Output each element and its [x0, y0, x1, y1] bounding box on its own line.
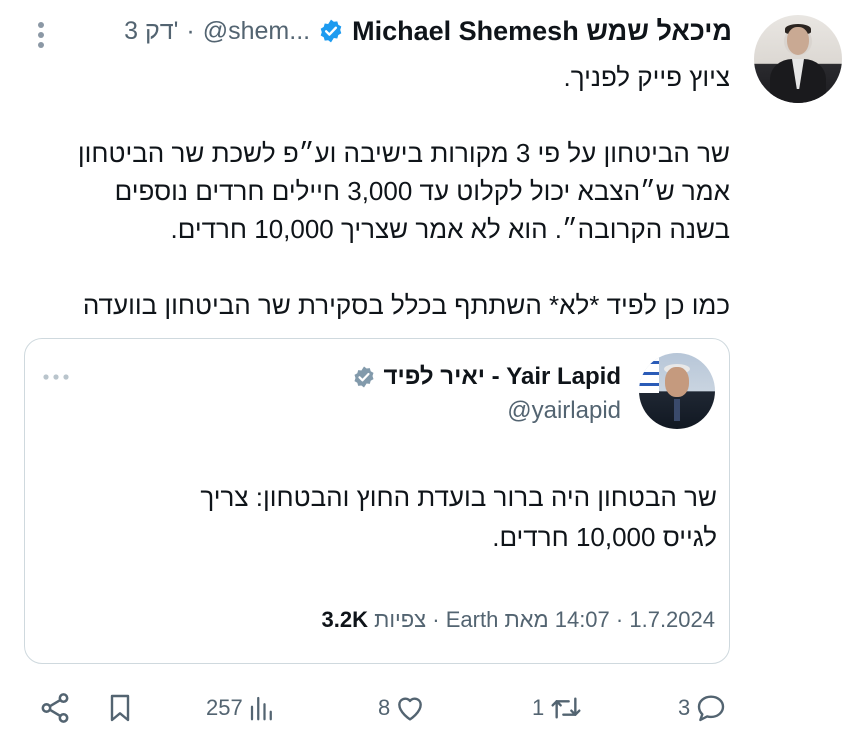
quoted-line: לגייס 10,000 חרדים.	[492, 522, 717, 552]
author-name[interactable]: Michael Shemesh מיכאל שמש	[352, 16, 732, 47]
tweet-text: ציוץ פייק לפניך. שר הביטחון על פי 3 מקור…	[30, 58, 730, 324]
tweet-line: ציוץ פייק לפניך.	[563, 62, 731, 92]
retweets-count: 1	[532, 695, 545, 720]
like-button[interactable]: 8	[378, 686, 426, 730]
views-count: 257	[206, 695, 243, 720]
author-avatar[interactable]	[754, 15, 842, 103]
meta-separator: ·	[615, 607, 624, 632]
reply-button[interactable]: 3	[678, 686, 728, 730]
likes-count: 8	[378, 695, 391, 720]
bookmark-icon	[104, 691, 136, 725]
quoted-date[interactable]: 1.7.2024	[629, 607, 715, 632]
quoted-tweet-text: שר הבטחון היה ברור בועדת החוץ והבטחון: צ…	[37, 477, 717, 557]
verified-gray-badge-icon	[352, 365, 376, 389]
tweet-line: בשנה הקרובה״. הוא לא אמר שצריך 10,000 חר…	[170, 214, 731, 244]
share-button[interactable]	[38, 686, 72, 730]
share-icon	[38, 691, 72, 725]
quoted-author-handle[interactable]: @yairlapid	[507, 397, 621, 425]
bookmark-button[interactable]	[104, 686, 136, 730]
tweet-time[interactable]: 3 דק'	[124, 17, 178, 46]
tweet-line: אמר ש״הצבא יכול לקלוט עד 3,000 חיילים חר…	[114, 176, 730, 206]
views-button[interactable]: 257	[206, 686, 277, 730]
quoted-tweet-card[interactable]: יאיר לפיד - Yair Lapid @yairlapid שר הבט…	[24, 338, 730, 664]
header-separator: ·	[186, 16, 195, 45]
replies-count: 3	[678, 695, 691, 720]
quoted-meta: 1.7.2024 · 14:07 מאת Earth · צפיות 3.2K	[322, 607, 715, 633]
views-icon	[247, 692, 277, 724]
action-bar: 257 8 1 3	[0, 686, 862, 730]
tweet-line: כמו כן לפיד *לא* השתתף בכלל בסקירת שר הב…	[82, 290, 730, 320]
meta-separator: ·	[432, 607, 440, 632]
reply-icon	[694, 692, 728, 724]
retweet-button[interactable]: 1	[532, 686, 584, 730]
quoted-location: מאת Earth	[445, 607, 549, 632]
quoted-line: שר הבטחון היה ברור בועדת החוץ והבטחון: צ…	[200, 482, 717, 512]
tweet-header: Michael Shemesh מיכאל שמש @shem... · 3 ד…	[124, 14, 732, 48]
quoted-more-options-icon[interactable]	[41, 369, 71, 380]
more-options-icon[interactable]	[34, 20, 48, 50]
retweet-icon	[548, 692, 584, 724]
verified-badge-icon	[318, 18, 344, 44]
quoted-author-name[interactable]: יאיר לפיד - Yair Lapid	[384, 363, 621, 391]
author-handle[interactable]: @shem...	[203, 17, 310, 46]
quoted-time[interactable]: 14:07	[555, 607, 610, 632]
tweet-line: שר הביטחון על פי 3 מקורות בישיבה וע״פ לש…	[77, 138, 730, 168]
quoted-author-avatar[interactable]	[639, 353, 715, 429]
quoted-header: יאיר לפיד - Yair Lapid	[352, 363, 621, 391]
quoted-views-count: 3.2K	[321, 607, 368, 632]
heart-icon	[394, 692, 426, 724]
quoted-views-label: צפיות	[374, 607, 427, 632]
tweet: Michael Shemesh מיכאל שמש @shem... · 3 ד…	[0, 0, 862, 738]
